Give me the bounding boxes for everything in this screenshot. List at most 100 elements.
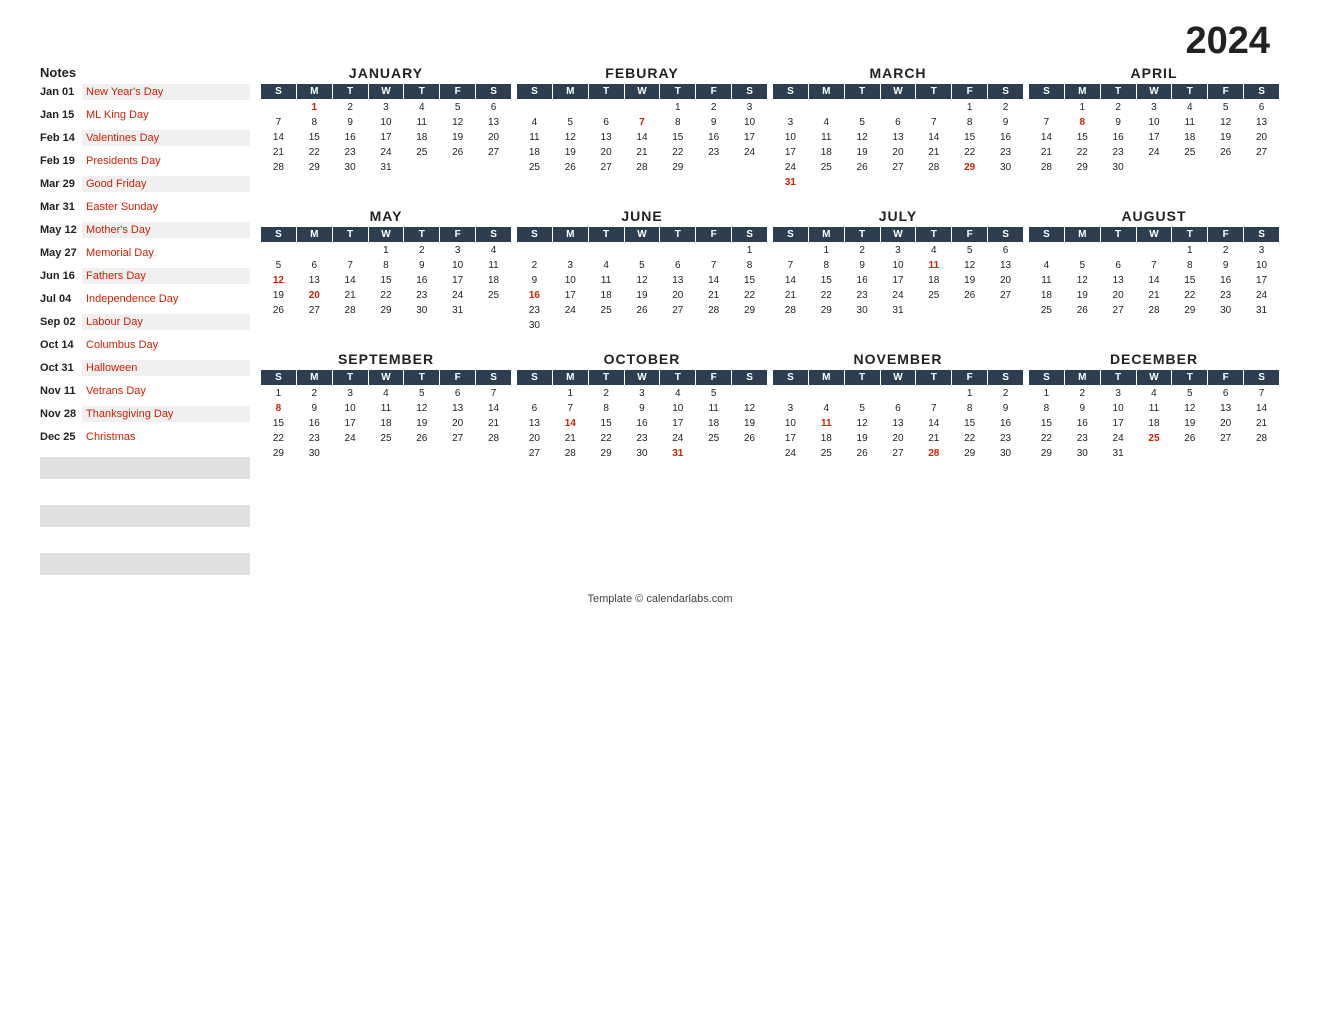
day-cell: 25 bbox=[808, 160, 844, 175]
day-header: S bbox=[517, 84, 553, 100]
day-cell: 24 bbox=[1100, 431, 1136, 446]
month-title: AUGUST bbox=[1028, 208, 1280, 224]
day-cell: 20 bbox=[440, 416, 476, 431]
day-header: T bbox=[660, 370, 696, 386]
day-cell: 10 bbox=[660, 401, 696, 416]
day-cell: 1 bbox=[1172, 243, 1208, 259]
calendar-area: JANUARYSMTWTFS12345678910111213141516171… bbox=[260, 65, 1280, 577]
day-cell: 26 bbox=[1172, 431, 1208, 446]
day-cell: 5 bbox=[404, 386, 440, 402]
day-cell: 2 bbox=[844, 243, 880, 259]
month-title: MAY bbox=[260, 208, 512, 224]
day-cell: 7 bbox=[332, 258, 368, 273]
day-cell: 10 bbox=[1136, 115, 1172, 130]
day-cell bbox=[916, 303, 952, 318]
day-cell: 28 bbox=[476, 431, 512, 446]
day-cell: 9 bbox=[1100, 115, 1136, 130]
day-cell: 2 bbox=[332, 100, 368, 116]
day-cell: 27 bbox=[588, 160, 624, 175]
day-cell: 2 bbox=[1208, 243, 1244, 259]
day-cell bbox=[988, 303, 1024, 318]
day-cell: 7 bbox=[476, 386, 512, 402]
day-cell: 22 bbox=[1064, 145, 1100, 160]
day-header: F bbox=[696, 227, 732, 243]
day-cell: 13 bbox=[988, 258, 1024, 273]
day-cell: 26 bbox=[844, 160, 880, 175]
day-cell bbox=[1172, 446, 1208, 461]
day-cell: 9 bbox=[1064, 401, 1100, 416]
day-cell bbox=[732, 160, 768, 175]
day-cell: 8 bbox=[1029, 401, 1065, 416]
day-cell: 19 bbox=[1208, 130, 1244, 145]
day-cell: 18 bbox=[517, 145, 553, 160]
day-cell bbox=[808, 386, 844, 402]
day-cell: 24 bbox=[773, 446, 809, 461]
day-cell: 10 bbox=[732, 115, 768, 130]
day-cell: 23 bbox=[1208, 288, 1244, 303]
day-header: S bbox=[517, 227, 553, 243]
day-cell bbox=[952, 175, 988, 190]
day-cell: 3 bbox=[732, 100, 768, 116]
day-cell: 22 bbox=[732, 288, 768, 303]
day-cell: 22 bbox=[1172, 288, 1208, 303]
day-cell bbox=[588, 100, 624, 116]
month-title: JUNE bbox=[516, 208, 768, 224]
holiday-row: Jan 15ML King Day bbox=[40, 107, 250, 129]
day-cell: 28 bbox=[1029, 160, 1065, 175]
day-cell: 16 bbox=[1100, 130, 1136, 145]
day-cell: 15 bbox=[660, 130, 696, 145]
day-cell bbox=[476, 446, 512, 461]
day-header: S bbox=[261, 227, 297, 243]
day-cell: 4 bbox=[517, 115, 553, 130]
day-cell: 18 bbox=[808, 431, 844, 446]
day-cell: 29 bbox=[732, 303, 768, 318]
day-cell: 29 bbox=[261, 446, 297, 461]
month-title: JANUARY bbox=[260, 65, 512, 81]
day-cell: 14 bbox=[773, 273, 809, 288]
day-cell: 21 bbox=[1244, 416, 1280, 431]
day-cell: 14 bbox=[916, 416, 952, 431]
day-cell: 18 bbox=[1172, 130, 1208, 145]
day-cell: 27 bbox=[517, 446, 553, 461]
day-cell: 20 bbox=[1100, 288, 1136, 303]
day-header: W bbox=[1136, 370, 1172, 386]
day-cell: 25 bbox=[476, 288, 512, 303]
holiday-date: May 27 bbox=[40, 245, 82, 259]
day-header: T bbox=[1100, 370, 1136, 386]
day-cell: 15 bbox=[1064, 130, 1100, 145]
holiday-date: Mar 31 bbox=[40, 199, 82, 213]
day-header: F bbox=[1208, 84, 1244, 100]
day-cell bbox=[517, 100, 553, 116]
day-header: F bbox=[1208, 227, 1244, 243]
holiday-date: Jul 04 bbox=[40, 291, 82, 305]
day-cell bbox=[624, 100, 660, 116]
day-header: T bbox=[1100, 84, 1136, 100]
day-cell: 12 bbox=[552, 130, 588, 145]
day-cell: 23 bbox=[296, 431, 332, 446]
day-cell: 19 bbox=[624, 288, 660, 303]
day-cell: 28 bbox=[696, 303, 732, 318]
day-cell bbox=[552, 100, 588, 116]
day-cell: 7 bbox=[624, 115, 660, 130]
day-header: M bbox=[296, 370, 332, 386]
day-cell: 19 bbox=[952, 273, 988, 288]
day-cell bbox=[440, 446, 476, 461]
day-header: T bbox=[588, 227, 624, 243]
day-cell: 5 bbox=[696, 386, 732, 402]
day-cell: 21 bbox=[1136, 288, 1172, 303]
day-cell bbox=[660, 243, 696, 259]
day-cell: 15 bbox=[1172, 273, 1208, 288]
holiday-date: Jan 15 bbox=[40, 107, 82, 121]
day-cell: 24 bbox=[440, 288, 476, 303]
day-cell: 14 bbox=[261, 130, 297, 145]
day-cell: 25 bbox=[517, 160, 553, 175]
holiday-name: Vetrans Day bbox=[82, 383, 250, 399]
day-cell: 1 bbox=[261, 386, 297, 402]
day-cell: 18 bbox=[696, 416, 732, 431]
day-cell: 11 bbox=[808, 416, 844, 431]
month-title: JULY bbox=[772, 208, 1024, 224]
day-cell: 10 bbox=[332, 401, 368, 416]
day-cell: 3 bbox=[880, 243, 916, 259]
holiday-row: Mar 31Easter Sunday bbox=[40, 199, 250, 221]
day-header: T bbox=[916, 84, 952, 100]
